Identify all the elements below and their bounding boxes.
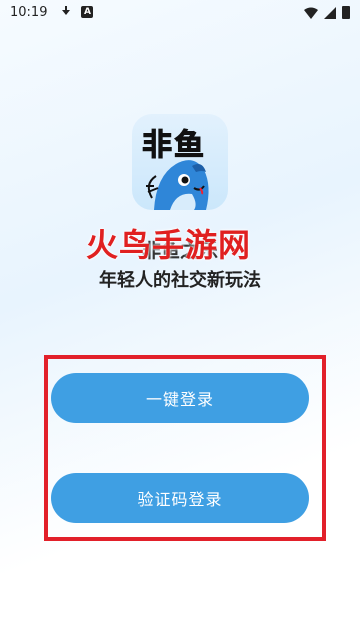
a-notification-icon: A <box>81 6 94 18</box>
signal-icon <box>324 6 336 19</box>
watermark-text: 火鸟手游网 <box>86 226 252 264</box>
status-indicators <box>304 6 350 19</box>
download-icon <box>61 6 71 18</box>
status-bar: 10:19 A <box>0 0 360 24</box>
code-login-button[interactable]: 验证码登录 <box>51 473 309 523</box>
wifi-icon <box>304 7 318 19</box>
app-logo: 非鱼 <box>132 114 228 210</box>
status-time: 10:19 <box>10 4 48 20</box>
one-key-login-button[interactable]: 一键登录 <box>51 373 309 423</box>
app-slogan: 年轻人的社交新玩法 <box>99 270 261 291</box>
fish-mascot-icon <box>146 160 209 210</box>
battery-icon <box>342 6 350 19</box>
